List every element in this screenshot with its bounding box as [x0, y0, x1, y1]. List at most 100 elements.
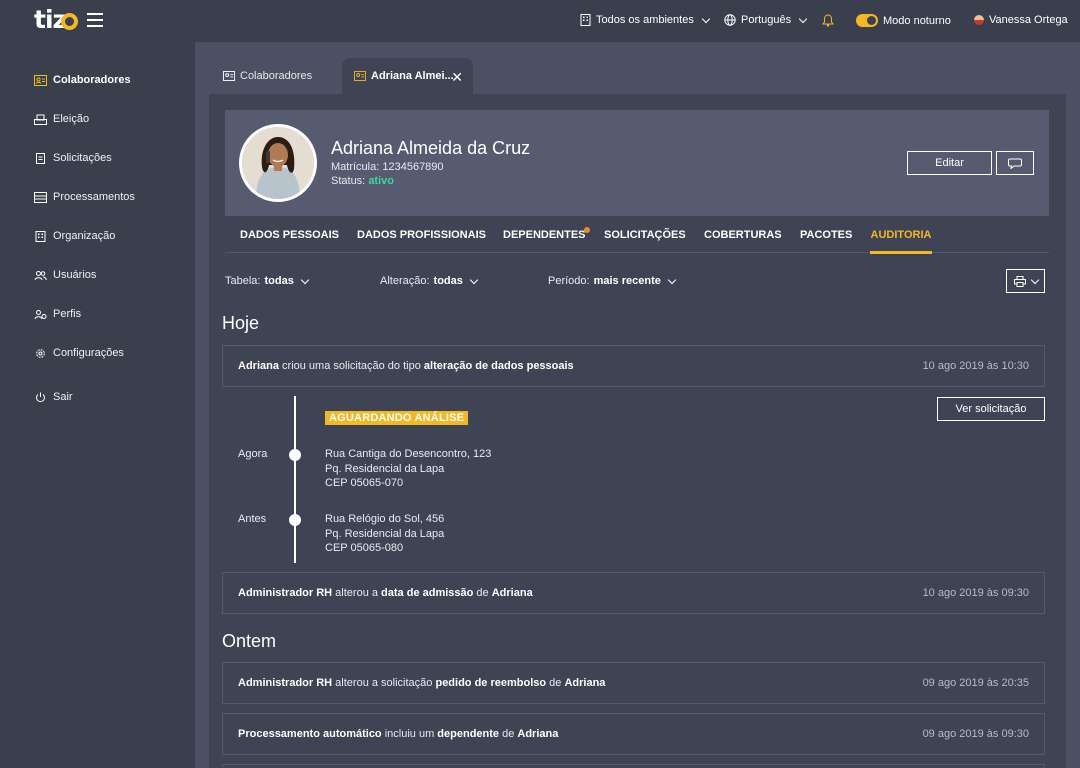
- print-button[interactable]: [1006, 269, 1045, 293]
- tab-adriana[interactable]: Adriana Almei... ✕: [342, 58, 473, 94]
- timeline-dot: [289, 514, 301, 526]
- address-line: Pq. Residencial da Lapa: [325, 527, 445, 540]
- timeline-dot: [289, 449, 301, 461]
- tab-dados-profissionais[interactable]: DADOS PROFISSIONAIS: [357, 216, 486, 253]
- tab-colaboradores[interactable]: Colaboradores: [211, 58, 324, 94]
- tab-pacotes[interactable]: PACOTES: [800, 216, 852, 253]
- address-line: CEP 05065-080: [325, 542, 404, 554]
- view-request-button[interactable]: Ver solicitação: [937, 397, 1045, 421]
- sidebar-item-organizacao[interactable]: Organização: [34, 230, 115, 242]
- sidebar-item-processamentos[interactable]: Processamentos: [34, 191, 135, 203]
- language-selector[interactable]: Português: [724, 14, 808, 26]
- chevron-down-icon: [1030, 275, 1039, 284]
- period-filter[interactable]: Período: mais recente: [548, 275, 677, 287]
- toggle-switch[interactable]: [856, 14, 878, 27]
- sidebar-item-usuarios[interactable]: Usuários: [34, 269, 96, 281]
- tab-dados-pessoais[interactable]: DADOS PESSOAIS: [240, 216, 339, 253]
- timeline-label-before: Antes: [238, 513, 267, 525]
- language-label: Português: [741, 14, 792, 26]
- tab-auditoria[interactable]: AUDITORIA: [870, 216, 932, 254]
- tab-dependentes[interactable]: DEPENDENTES: [503, 216, 586, 253]
- sidebar-item-label: Processamentos: [53, 191, 135, 203]
- building-icon: [35, 230, 46, 242]
- sidebar-item-colaboradores[interactable]: Colaboradores: [34, 74, 131, 86]
- chevron-down-icon: [701, 14, 711, 23]
- dark-mode-toggle[interactable]: Modo noturno: [856, 14, 951, 27]
- tab-label: Adriana Almei...: [371, 70, 454, 82]
- printer-icon: [1013, 275, 1026, 287]
- user-menu[interactable]: Vanessa Ortega: [974, 14, 1068, 26]
- environment-label: Todos os ambientes: [596, 14, 694, 26]
- event-description: Processamento automático incluiu um depe…: [238, 728, 559, 740]
- profile-photo: [239, 124, 317, 202]
- ballot-icon: [34, 114, 47, 125]
- contact-card-icon: [354, 71, 366, 81]
- registration-label: Matrícula:: [331, 161, 380, 173]
- notifications-button[interactable]: [822, 14, 834, 27]
- profile-header: Adriana Almeida da Cruz Matrícula: 12345…: [225, 110, 1049, 216]
- audit-event[interactable]: Processamento automático incluiu um depe…: [222, 713, 1045, 755]
- tab-coberturas[interactable]: COBERTURAS: [704, 216, 782, 253]
- event-description: Adriana criou uma solicitação do tipo al…: [238, 360, 574, 372]
- notification-dot: [583, 227, 590, 233]
- message-button[interactable]: [996, 151, 1034, 175]
- address-line: Rua Cantiga do Desencontro, 123: [325, 448, 492, 460]
- timeline-line: [294, 396, 296, 563]
- address-line: Pq. Residencial da Lapa: [325, 462, 445, 475]
- content-panel: Adriana Almeida da Cruz Matrícula: 12345…: [209, 94, 1066, 768]
- status-badge: ativo: [368, 175, 394, 187]
- event-timestamp: 09 ago 2019 às 09:30: [922, 728, 1029, 740]
- avatar: [974, 15, 984, 25]
- menu-icon[interactable]: [87, 13, 103, 27]
- chevron-down-icon: [667, 275, 677, 284]
- status-badge: AGUARDANDO ANÁLISE: [325, 411, 469, 425]
- filter-label: Alteração:: [380, 275, 430, 287]
- event-description: Administrador RH alterou a solicitação p…: [238, 677, 606, 689]
- sidebar-item-solicitacoes[interactable]: Solicitações: [34, 152, 112, 164]
- audit-event[interactable]: Adriana criou uma solicitação do tipo al…: [222, 345, 1045, 387]
- sidebar-item-sair[interactable]: Sair: [34, 391, 73, 403]
- top-bar: tiz Todos os ambientes Português Modo no…: [0, 0, 1080, 42]
- bell-icon: [822, 14, 834, 27]
- main-area: Colaboradores Adriana Almei... ✕ Adriana…: [195, 42, 1080, 768]
- section-title-yesterday: Ontem: [222, 631, 277, 651]
- timeline-label-now: Agora: [238, 448, 268, 460]
- users-icon: [34, 270, 47, 280]
- audit-event[interactable]: Administrador RH alterou a data de admis…: [222, 572, 1045, 614]
- user-name: Vanessa Ortega: [989, 14, 1068, 26]
- close-icon[interactable]: ✕: [451, 69, 463, 86]
- table-filter[interactable]: Tabela: todas: [225, 275, 310, 287]
- contact-card-icon: [223, 71, 235, 81]
- event-description: Administrador RH alterou a data de admis…: [238, 587, 533, 599]
- change-filter[interactable]: Alteração: todas: [380, 275, 479, 287]
- tab-dependentes-wrapper: DEPENDENTES: [503, 216, 590, 253]
- chevron-down-icon: [300, 275, 310, 284]
- edit-button[interactable]: Editar: [907, 151, 992, 175]
- sidebar-item-perfis[interactable]: Perfis: [34, 308, 81, 320]
- sidebar: Colaboradores Eleição Solicitações Proce…: [0, 42, 195, 768]
- profile-name: Adriana Almeida da Cruz: [331, 138, 531, 158]
- tab-solicitacoes[interactable]: SOLICITAÇÕES: [604, 216, 686, 253]
- address-now: Rua Cantiga do Desencontro, 123 Pq. Resi…: [325, 447, 491, 491]
- sidebar-item-configuracoes[interactable]: Configurações: [34, 347, 124, 359]
- audit-event[interactable]: Administrador RH alterou a solicitação p…: [222, 662, 1045, 704]
- dark-mode-label: Modo noturno: [883, 14, 951, 27]
- sidebar-item-eleicao[interactable]: Eleição: [34, 113, 89, 125]
- environment-selector[interactable]: Todos os ambientes: [580, 14, 711, 26]
- user-settings-icon: [34, 309, 47, 319]
- sidebar-item-label: Eleição: [53, 113, 90, 125]
- sidebar-item-label: Sair: [53, 391, 73, 403]
- address-line: Rua Relógio do Sol, 456: [325, 513, 445, 525]
- filter-value: todas: [264, 275, 294, 287]
- event-timestamp: 10 ago 2019 às 09:30: [922, 587, 1029, 599]
- filter-label: Tabela:: [225, 275, 261, 287]
- logo-mark: [61, 13, 78, 30]
- sidebar-item-label: Usuários: [53, 269, 97, 281]
- filter-value: mais recente: [593, 275, 661, 287]
- filter-label: Período:: [548, 275, 590, 287]
- filter-value: todas: [433, 275, 463, 287]
- audit-event[interactable]: [222, 764, 1045, 768]
- registration-value: 1234567890: [382, 161, 444, 173]
- status-label: Status:: [331, 175, 366, 187]
- status: Status: ativo: [331, 175, 394, 187]
